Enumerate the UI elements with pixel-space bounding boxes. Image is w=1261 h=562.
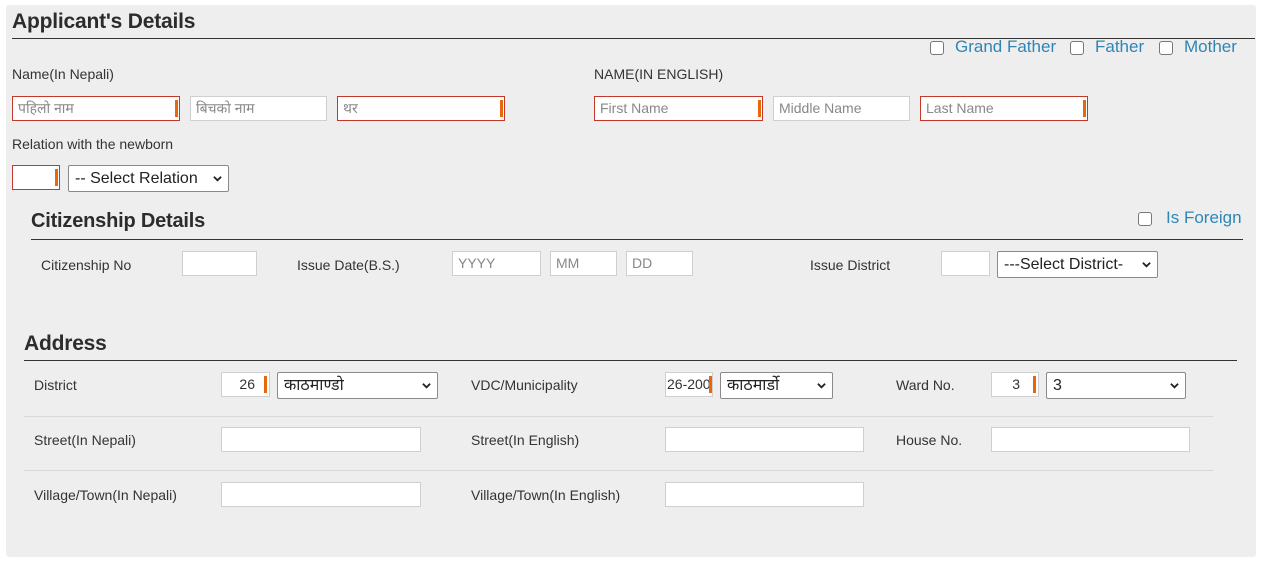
street-english-label: Street(In English) bbox=[471, 432, 580, 448]
issue-day-placeholder: DD bbox=[632, 255, 653, 271]
ward-code-value: 3 bbox=[1012, 376, 1020, 392]
issue-year-input[interactable]: YYYY bbox=[452, 251, 541, 276]
required-marker bbox=[709, 376, 712, 393]
vdc-label: VDC/Municipality bbox=[471, 377, 578, 393]
chevron-down-icon bbox=[817, 383, 826, 389]
ward-code-input[interactable]: 3 bbox=[991, 372, 1039, 397]
required-marker bbox=[1083, 100, 1086, 117]
issue-month-input[interactable]: MM bbox=[550, 251, 617, 276]
ward-select-value: 3 bbox=[1053, 377, 1062, 394]
first-name-nepali-input[interactable]: पहिलो नाम bbox=[12, 96, 180, 121]
grand-father-checkbox[interactable] bbox=[930, 41, 944, 55]
chevron-down-icon bbox=[422, 383, 431, 389]
name-english-label: NAME(IN ENGLISH) bbox=[594, 66, 724, 82]
chevron-down-icon bbox=[213, 176, 222, 182]
citizenship-details-heading: Citizenship Details bbox=[31, 210, 206, 232]
issue-district-select[interactable]: ---Select District- bbox=[997, 251, 1158, 278]
citizenship-no-label: Citizenship No bbox=[41, 257, 132, 273]
first-name-english-input[interactable]: First Name bbox=[594, 96, 763, 121]
last-name-nepali-input[interactable]: थर bbox=[337, 96, 505, 121]
house-no-input[interactable] bbox=[991, 427, 1190, 452]
required-marker bbox=[758, 100, 761, 117]
relation-label: Relation with the newborn bbox=[12, 136, 174, 152]
district-code-value: 26 bbox=[239, 376, 255, 392]
form-panel bbox=[6, 5, 1256, 557]
chevron-down-icon bbox=[1142, 262, 1151, 268]
middle-name-nepali-placeholder: बिचको नाम bbox=[196, 100, 255, 116]
mother-label[interactable]: Mother bbox=[1184, 37, 1237, 57]
is-foreign-checkbox[interactable] bbox=[1138, 212, 1152, 226]
citizenship-heading-rule bbox=[31, 239, 1243, 240]
issue-date-label: Issue Date(B.S.) bbox=[297, 257, 400, 273]
village-nepali-label: Village/Town(In Nepali) bbox=[34, 487, 177, 503]
row-divider bbox=[24, 470, 1213, 471]
address-heading: Address bbox=[24, 332, 107, 355]
issue-month-placeholder: MM bbox=[556, 255, 580, 271]
vdc-code-input[interactable]: 26-200 bbox=[665, 372, 713, 397]
required-marker bbox=[55, 169, 58, 186]
district-select[interactable]: काठमाण्डो bbox=[277, 372, 438, 399]
mother-checkbox[interactable] bbox=[1159, 41, 1173, 55]
is-foreign-label[interactable]: Is Foreign bbox=[1166, 208, 1242, 228]
issue-district-code-input[interactable] bbox=[941, 251, 990, 276]
required-marker bbox=[1033, 376, 1036, 393]
issue-district-select-value: ---Select District- bbox=[1004, 256, 1124, 273]
first-name-nepali-placeholder: पहिलो नाम bbox=[18, 100, 74, 116]
district-code-input[interactable]: 26 bbox=[221, 372, 270, 397]
father-label[interactable]: Father bbox=[1095, 37, 1144, 57]
district-select-value: काठमाण्डो bbox=[284, 377, 344, 394]
grand-father-label[interactable]: Grand Father bbox=[955, 37, 1056, 57]
issue-day-input[interactable]: DD bbox=[626, 251, 693, 276]
street-nepali-label: Street(In Nepali) bbox=[34, 432, 136, 448]
vdc-code-value: 26-200 bbox=[667, 376, 711, 392]
father-checkbox[interactable] bbox=[1070, 41, 1084, 55]
relation-code-input[interactable] bbox=[12, 165, 60, 190]
last-name-english-input[interactable]: Last Name bbox=[920, 96, 1088, 121]
required-marker bbox=[500, 100, 503, 117]
middle-name-english-input[interactable]: Middle Name bbox=[773, 96, 910, 121]
street-english-input[interactable] bbox=[665, 427, 864, 452]
ward-label: Ward No. bbox=[896, 377, 955, 393]
last-name-nepali-placeholder: थर bbox=[343, 100, 358, 116]
vdc-select[interactable]: काठमार्डो bbox=[720, 372, 833, 399]
issue-district-label: Issue District bbox=[810, 257, 891, 273]
required-marker bbox=[175, 100, 178, 117]
village-english-label: Village/Town(In English) bbox=[471, 487, 621, 503]
issue-year-placeholder: YYYY bbox=[458, 255, 496, 271]
vdc-select-value: काठमार्डो bbox=[727, 377, 780, 394]
first-name-english-placeholder: First Name bbox=[600, 100, 669, 116]
house-no-label: House No. bbox=[896, 432, 963, 448]
required-marker bbox=[264, 376, 267, 393]
address-heading-rule bbox=[24, 360, 1237, 361]
row-divider bbox=[24, 416, 1213, 417]
applicant-heading-rule bbox=[12, 38, 1255, 39]
name-nepali-label: Name(In Nepali) bbox=[12, 66, 114, 82]
district-label: District bbox=[34, 377, 77, 393]
middle-name-nepali-input[interactable]: बिचको नाम bbox=[190, 96, 327, 121]
ward-select[interactable]: 3 bbox=[1046, 372, 1186, 399]
applicant-details-heading: Applicant's Details bbox=[12, 10, 196, 33]
village-english-input[interactable] bbox=[665, 482, 864, 507]
last-name-english-placeholder: Last Name bbox=[926, 100, 994, 116]
street-nepali-input[interactable] bbox=[221, 427, 421, 452]
middle-name-english-placeholder: Middle Name bbox=[779, 100, 862, 116]
citizenship-no-input[interactable] bbox=[182, 251, 257, 276]
relation-select-value: -- Select Relation bbox=[75, 170, 198, 187]
chevron-down-icon bbox=[1170, 383, 1179, 389]
relation-select[interactable]: -- Select Relation bbox=[68, 165, 229, 192]
village-nepali-input[interactable] bbox=[221, 482, 421, 507]
